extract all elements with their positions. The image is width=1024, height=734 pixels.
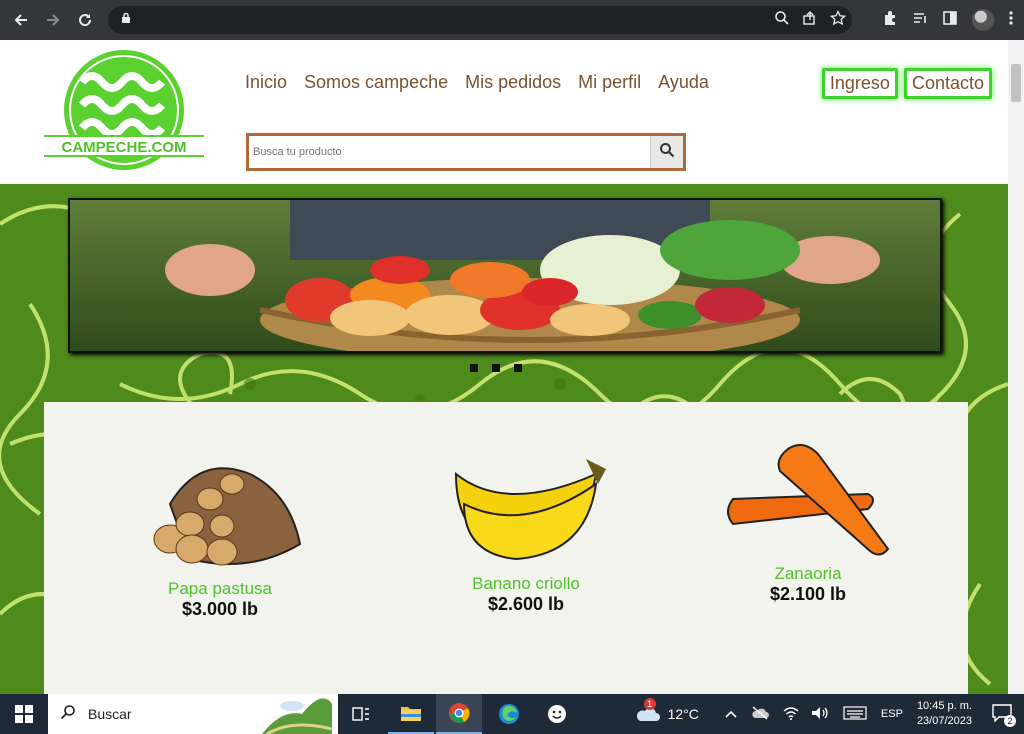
clock-time: 10:45 p. m. [916,700,972,712]
chrome-button[interactable] [436,694,482,734]
logo-text: CAMPECHE.COM [61,139,186,156]
search-highlight-image [262,698,332,734]
contact-button[interactable]: Contacto [903,68,992,99]
product-price: $3.000 lb [181,599,259,619]
search-icon [659,142,675,163]
page-scrollbar[interactable] [1008,40,1024,694]
carousel-indicators [470,364,522,372]
product-grid: Papa pastusa $3.000 lb Banano criollo $2… [44,402,968,694]
menu-dots-icon[interactable] [1008,10,1014,31]
login-button[interactable]: Ingreso [821,68,898,99]
carousel-dot-3[interactable] [514,364,522,372]
menu-item-ayuda[interactable]: Ayuda [658,72,709,93]
auth-buttons: Ingreso Contacto [821,68,992,99]
forward-button[interactable] [42,9,64,31]
task-view-button[interactable] [338,694,384,734]
main-menu: Inicio Somos campeche Mis pedidos Mi per… [245,72,709,93]
folder-icon [401,707,421,721]
product-search [246,133,686,171]
scrollbar-thumb[interactable] [1011,64,1021,102]
profile-avatar[interactable] [972,9,994,31]
hero-section: Papa pastusa $3.000 lb Banano criollo $2… [0,184,1008,694]
carrot-image [727,444,890,556]
product-card-zanaoria[interactable]: Zanaoria $2.100 lb [688,444,928,605]
product-price: $2.100 lb [769,584,847,604]
web-page: CAMPECHE.COM Inicio Somos campeche Mis p… [0,40,1008,694]
product-card-papa[interactable]: Papa pastusa $3.000 lb [100,444,340,620]
emoji-app-button[interactable] [534,694,580,734]
wifi-icon[interactable] [783,706,799,723]
side-panel-icon[interactable] [942,10,958,31]
weather-badge: 1 [643,697,656,710]
product-name: Zanaoria [774,564,842,583]
chevron-up-icon[interactable] [725,707,737,721]
menu-item-somos-campeche[interactable]: Somos campeche [304,72,448,93]
edge-icon [499,704,519,724]
language-indicator[interactable]: ESP [881,708,903,720]
cloud-icon: 1 [634,697,660,725]
notifications-count: 2 [1004,714,1016,727]
smiley-icon [548,705,566,723]
zoom-icon[interactable] [774,10,790,31]
product-name: Banano criollo [472,574,580,593]
windows-taskbar: Buscar 1 12°C ESP 10:45 p. m. 23/07/2023… [0,694,1024,734]
media-control-icon[interactable] [912,10,928,31]
menu-item-inicio[interactable]: Inicio [245,72,287,93]
carousel-dot-1[interactable] [470,364,478,372]
reload-button[interactable] [74,9,96,31]
menu-item-mis-pedidos[interactable]: Mis pedidos [465,72,561,93]
edge-button[interactable] [486,694,532,734]
keyboard-icon[interactable] [843,705,867,723]
notifications-icon[interactable]: 2 [992,703,1016,727]
product-name: Papa pastusa [168,579,272,598]
potato-sack-image [153,467,302,566]
search-icon [60,704,76,725]
chrome-icon [449,703,470,723]
search-input[interactable] [249,136,650,168]
clock-date: 23/07/2023 [916,715,972,727]
taskbar-search-label: Buscar [88,706,132,722]
site-header: CAMPECHE.COM Inicio Somos campeche Mis p… [0,40,1008,184]
weather-widget[interactable]: 1 12°C [634,697,699,725]
start-button[interactable] [0,694,48,734]
product-card-banano[interactable]: Banano criollo $2.600 lb [406,444,646,615]
onedrive-offline-icon[interactable] [751,705,769,723]
menu-item-mi-perfil[interactable]: Mi perfil [578,72,641,93]
carousel-dot-2[interactable] [492,364,500,372]
weather-temp: 12°C [667,706,699,722]
lock-icon [120,11,132,29]
search-button[interactable] [650,136,683,168]
taskbar-search[interactable]: Buscar [48,694,338,734]
address-bar[interactable] [108,6,852,34]
clock[interactable]: 10:45 p. m. 23/07/2023 [917,699,972,729]
site-logo[interactable]: CAMPECHE.COM [44,50,204,174]
volume-icon[interactable] [811,706,829,723]
system-tray: 1 12°C ESP 10:45 p. m. 23/07/2023 2 [634,694,1024,734]
file-explorer-button[interactable] [388,694,434,734]
browser-toolbar [0,0,1024,40]
back-button[interactable] [10,9,32,31]
share-icon[interactable] [802,10,818,31]
task-view-icon [352,707,369,721]
windows-logo-icon [15,705,33,723]
extensions-icon[interactable] [882,10,898,31]
product-price: $2.600 lb [487,594,565,614]
bookmark-star-icon[interactable] [829,9,847,31]
carousel-slide-image[interactable] [68,198,942,353]
banana-image [454,459,606,561]
